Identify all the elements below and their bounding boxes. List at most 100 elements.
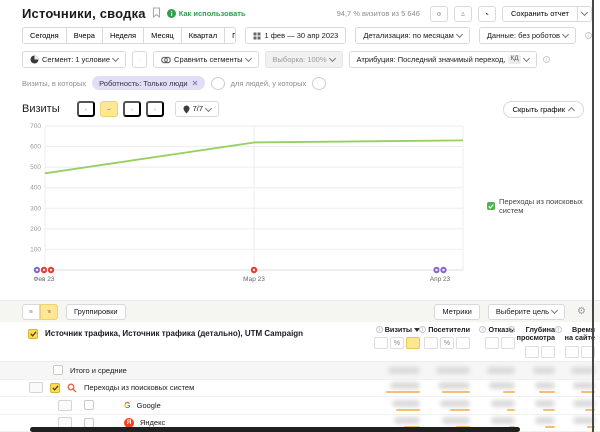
days-of-week-button[interactable]: 7/7 <box>175 101 219 117</box>
svg-text:Мар 23: Мар 23 <box>243 276 265 283</box>
add-visit-condition-button[interactable] <box>211 77 225 90</box>
actions-button[interactable] <box>478 6 496 22</box>
info-icon <box>555 326 562 333</box>
value-bar <box>507 409 515 411</box>
bars-mode-button[interactable] <box>456 337 470 349</box>
column-header[interactable]: Время на сайте <box>555 326 595 343</box>
goal-select-button[interactable]: Выберите цель <box>488 304 565 320</box>
cursors-icon <box>485 9 489 19</box>
chart-type-areas-button[interactable] <box>123 101 141 117</box>
bars-mode-button[interactable] <box>406 337 420 349</box>
svg-text:400: 400 <box>30 185 41 192</box>
info-icon[interactable] <box>585 32 592 39</box>
legend-checkbox[interactable] <box>487 202 495 210</box>
column-headers: Визиты % Посетители % <box>373 322 595 361</box>
info-icon <box>376 326 383 333</box>
attribution-label: Атрибуция: Последний значимый переход, <box>357 56 506 64</box>
period-button-quarter[interactable]: Квартал <box>182 28 225 43</box>
row-checkbox[interactable] <box>84 400 94 410</box>
grouping-title: Источник трафика, Источник трафика (дета… <box>45 329 303 339</box>
row-label[interactable]: Переходы из поисковых систем <box>84 383 194 392</box>
detalization-button[interactable]: Детализация: по месяцам <box>355 27 470 44</box>
how-to-use-link[interactable]: Как использовать <box>167 9 246 18</box>
period-button-year[interactable]: Год <box>225 28 236 43</box>
blurred-value <box>438 382 470 389</box>
table-row-search-engines[interactable]: Переходы из поисковых систем <box>0 380 600 398</box>
help-icon <box>167 9 176 18</box>
data-mode-button[interactable]: Данные: без роботов <box>479 27 576 44</box>
hide-chart-button[interactable]: Скрыть график <box>503 101 584 118</box>
row-label[interactable]: Яндекс <box>140 418 165 427</box>
chart-type-line-button[interactable] <box>100 101 118 117</box>
svg-text:100: 100 <box>30 246 41 253</box>
value-bar <box>442 391 470 393</box>
table-settings-button[interactable]: ⚙ <box>577 307 586 317</box>
collapse-row-button[interactable] <box>29 382 43 393</box>
table-row-totals[interactable]: Итого и средние <box>0 362 600 380</box>
period-button-yesterday[interactable]: Вчера <box>67 28 103 43</box>
sampling-button[interactable]: Выборка: 100% <box>265 51 343 68</box>
bars-mode-button[interactable] <box>541 346 555 358</box>
clear-segment-button[interactable] <box>132 51 147 68</box>
select-all-checkbox[interactable] <box>28 329 38 339</box>
blurred-value <box>533 367 555 374</box>
blurred-value <box>491 400 515 407</box>
svg-text:300: 300 <box>30 205 41 212</box>
chart-type-columns-button[interactable] <box>146 101 164 117</box>
flat-list-view-button[interactable] <box>22 304 40 320</box>
table-row-google[interactable]: G Google <box>0 397 600 415</box>
search-magnifier-icon <box>67 383 77 393</box>
chevron-down-icon <box>523 55 530 62</box>
metrics-button[interactable]: Метрики <box>434 304 480 320</box>
percent-mode-button[interactable]: % <box>390 337 404 349</box>
save-report-button[interactable]: Сохранить отчет <box>502 6 578 22</box>
row-label[interactable]: Google <box>137 401 161 410</box>
hide-chart-label: Скрыть график <box>513 105 565 114</box>
chart-type-pie-button[interactable] <box>77 101 95 117</box>
google-icon: G <box>124 401 131 410</box>
line-chart-icon <box>107 105 111 114</box>
pie-mode-button[interactable] <box>485 337 499 349</box>
column-header[interactable]: Посетители <box>419 326 470 334</box>
pie-mode-button[interactable] <box>565 346 579 358</box>
tree-view-button[interactable] <box>40 304 58 320</box>
row-checkbox[interactable] <box>53 365 63 375</box>
expand-row-button[interactable] <box>58 400 72 411</box>
compare-segments-button[interactable]: Сравнить сегменты <box>153 51 258 68</box>
column-header[interactable]: Визиты <box>376 326 420 334</box>
remove-chip-icon[interactable] <box>192 80 198 86</box>
history-button[interactable] <box>430 6 448 22</box>
add-people-condition-button[interactable] <box>312 77 326 90</box>
row-checkbox[interactable] <box>50 383 60 393</box>
date-range-button[interactable]: 1 фев — 30 апр 2023 <box>245 27 346 44</box>
period-button-today[interactable]: Сегодня <box>23 28 67 43</box>
legend-label: Переходы из поисковых систем <box>499 197 600 215</box>
horizontal-scrollbar[interactable] <box>30 427 520 432</box>
info-icon <box>419 326 426 333</box>
attribution-button[interactable]: Атрибуция: Последний значимый переход, К… <box>349 51 537 68</box>
robot-filter-chip[interactable]: Роботность: Только люди <box>92 76 204 90</box>
column-visits: Визиты % <box>373 326 420 361</box>
period-button-month[interactable]: Месяц <box>144 28 182 43</box>
pie-mode-button[interactable] <box>424 337 438 349</box>
pie-mode-button[interactable] <box>525 346 539 358</box>
pie-mode-button[interactable] <box>374 337 388 349</box>
blurred-value <box>487 367 515 374</box>
info-icon[interactable] <box>543 56 550 63</box>
flat-list-icon <box>29 308 33 316</box>
window-right-edge <box>592 0 594 432</box>
blurred-value <box>440 400 470 407</box>
groupings-button[interactable]: Группировки <box>66 304 126 320</box>
legend-item[interactable]: Переходы из поисковых систем <box>487 197 600 215</box>
period-button-week[interactable]: Неделя <box>103 28 144 43</box>
segment-button[interactable]: Сегмент: 1 условие <box>22 51 126 68</box>
close-icon <box>139 56 140 63</box>
compare-segments-label: Сравнить сегменты <box>174 56 242 64</box>
export-button[interactable] <box>454 6 472 22</box>
column-header[interactable]: Глубина просмотра <box>508 326 555 343</box>
bookmark-icon[interactable] <box>152 5 161 23</box>
attribution-badge: КД <box>508 55 520 64</box>
percent-mode-button[interactable]: % <box>440 337 454 349</box>
column-depth: Глубина просмотра <box>515 326 555 361</box>
save-report-dropdown[interactable] <box>578 6 592 22</box>
